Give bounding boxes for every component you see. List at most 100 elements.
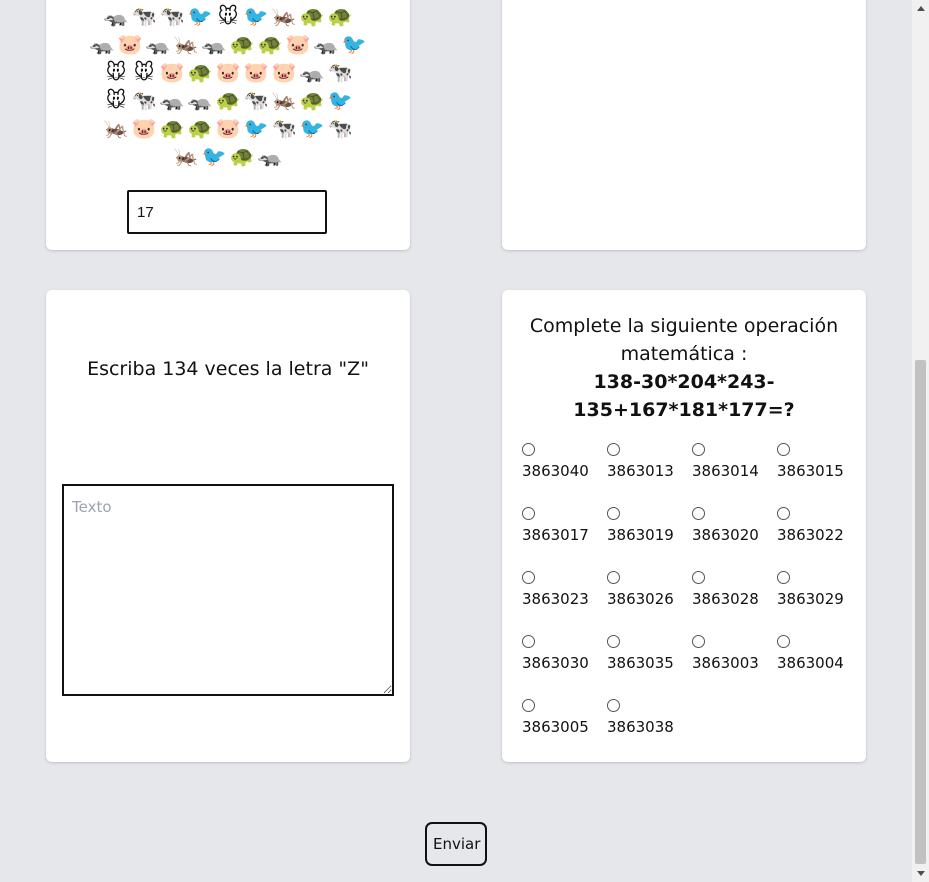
math-option[interactable]: 3863023 <box>522 571 607 608</box>
animal-emoji: 🦡 <box>201 32 227 56</box>
animal-emoji: 🐢 <box>229 32 255 56</box>
math-option[interactable]: 3863020 <box>692 507 777 544</box>
radio-button[interactable] <box>692 635 705 648</box>
math-option-label: 3863004 <box>777 654 844 672</box>
math-option-label: 3863013 <box>607 462 674 480</box>
radio-button[interactable] <box>522 507 535 520</box>
math-option[interactable]: 3863038 <box>607 699 692 736</box>
math-option-label: 3863022 <box>777 526 844 544</box>
math-option[interactable]: 3863019 <box>607 507 692 544</box>
animal-count-card: 🦡 🐄 🐄 🐦 🐭 🐦 🦗 🐢 🐢 🦡 🐷 🦡 🦗 🦡 🐢 🐢 🐷 🦡 🐦 🐭 🐭 🐷 🐢 🐷 🐷 🐷 🦡 🐄 🐭 🐄 🦡 🦡 🐢 🐄 🦗 🐢 🐦 🦗 🐷 🐢… <box>46 0 410 250</box>
math-option[interactable]: 3863004 <box>777 635 862 672</box>
submit-button[interactable]: Enviar <box>425 822 487 866</box>
animal-emoji: 🐷 <box>243 60 269 84</box>
math-option-label: 3863017 <box>522 526 589 544</box>
radio-button[interactable] <box>607 507 620 520</box>
animal-count-input[interactable] <box>127 190 327 234</box>
radio-button[interactable] <box>692 507 705 520</box>
math-option-label: 3863005 <box>522 718 589 736</box>
radio-button[interactable] <box>522 443 535 456</box>
math-option-label: 3863020 <box>692 526 759 544</box>
animal-emoji: 🐢 <box>187 116 213 140</box>
animal-emoji: 🐷 <box>117 32 143 56</box>
animal-emoji: 🐷 <box>215 116 241 140</box>
math-option[interactable]: 3863017 <box>522 507 607 544</box>
animal-emoji-grid: 🦡 🐄 🐄 🐦 🐭 🐦 🦗 🐢 🐢 🦡 🐷 🦡 🦗 🦡 🐢 🐢 🐷 🦡 🐦 🐭 🐭 🐷 🐢 🐷 🐷 🐷 🦡 🐄 🐭 🐄 🦡 🦡 🐢 🐄 🦗 🐢 🐦 🦗 🐷 🐢… <box>46 2 410 170</box>
animal-emoji: 🐄 <box>131 4 157 28</box>
animal-emoji: 🐦 <box>341 32 367 56</box>
radio-button[interactable] <box>692 443 705 456</box>
math-prompt: Complete la siguiente operación matemáti… <box>522 312 846 424</box>
math-option[interactable]: 3863026 <box>607 571 692 608</box>
math-option[interactable]: 3863003 <box>692 635 777 672</box>
animal-emoji: 🦡 <box>187 88 213 112</box>
radio-button[interactable] <box>777 443 790 456</box>
math-instruction: Complete la siguiente operación matemáti… <box>529 315 839 365</box>
radio-button[interactable] <box>777 635 790 648</box>
math-option-label: 3863014 <box>692 462 759 480</box>
animal-emoji: 🐢 <box>257 32 283 56</box>
radio-button[interactable] <box>522 635 535 648</box>
animal-emoji: 🐦 <box>201 144 227 168</box>
animal-emoji: 🦗 <box>173 32 199 56</box>
radio-button[interactable] <box>607 571 620 584</box>
animal-emoji: 🦡 <box>145 32 171 56</box>
radio-button[interactable] <box>607 699 620 712</box>
radio-button[interactable] <box>607 635 620 648</box>
animal-emoji: 🐦 <box>299 116 325 140</box>
scroll-up-icon[interactable] <box>917 6 925 11</box>
math-option[interactable]: 3863015 <box>777 443 862 480</box>
animal-emoji: 🦡 <box>89 32 115 56</box>
animal-emoji: 🐷 <box>131 116 157 140</box>
math-option-label: 3863029 <box>777 590 844 608</box>
math-option[interactable]: 3863035 <box>607 635 692 672</box>
emoji-row: 🐭 🐄 🦡 🦡 🐢 🐄 🦗 🐢 🐦 <box>46 86 410 114</box>
animal-emoji: 🐢 <box>299 88 325 112</box>
radio-button[interactable] <box>692 571 705 584</box>
math-option-label: 3863030 <box>522 654 589 672</box>
animal-emoji: 🐷 <box>159 60 185 84</box>
math-option[interactable]: 3863005 <box>522 699 607 736</box>
math-option[interactable]: 3863040 <box>522 443 607 480</box>
radio-button[interactable] <box>777 507 790 520</box>
math-option[interactable]: 3863028 <box>692 571 777 608</box>
emoji-row: 🦗 🐷 🐢 🐢 🐷 🐦 🐄 🐦 🐄 <box>46 114 410 142</box>
animal-emoji: 🐦 <box>243 4 269 28</box>
math-option[interactable]: 3863030 <box>522 635 607 672</box>
animal-emoji: 🐷 <box>285 32 311 56</box>
animal-emoji: 🐦 <box>187 4 213 28</box>
animal-emoji: 🐦 <box>327 88 353 112</box>
math-option[interactable]: 3863014 <box>692 443 777 480</box>
math-card: Complete la siguiente operación matemáti… <box>502 290 866 762</box>
animal-emoji: 🐭 <box>105 60 127 84</box>
animal-emoji: 🐢 <box>159 116 185 140</box>
scroll-down-icon[interactable] <box>917 871 925 876</box>
animal-emoji: 🦡 <box>159 88 185 112</box>
animal-emoji: 🐢 <box>299 4 325 28</box>
math-option-label: 3863026 <box>607 590 674 608</box>
math-option[interactable]: 3863013 <box>607 443 692 480</box>
animal-emoji: 🐦 <box>243 116 269 140</box>
math-option-label: 3863028 <box>692 590 759 608</box>
letter-prompt: Escriba 134 veces la letra "Z" <box>87 358 369 380</box>
radio-button[interactable] <box>607 443 620 456</box>
math-operation: 138-30*204*243-135+167*181*177=? <box>573 371 795 421</box>
letter-textarea[interactable] <box>62 484 394 696</box>
math-option-label: 3863040 <box>522 462 589 480</box>
animal-emoji: 🐄 <box>271 116 297 140</box>
animal-emoji: 🐭 <box>133 60 155 84</box>
page-scrollbar[interactable] <box>912 0 929 882</box>
animal-emoji: 🦡 <box>257 144 283 168</box>
math-option[interactable]: 3863022 <box>777 507 862 544</box>
radio-button[interactable] <box>522 699 535 712</box>
animal-emoji: 🐄 <box>159 4 185 28</box>
animal-emoji: 🐭 <box>217 4 239 28</box>
math-option-label: 3863003 <box>692 654 759 672</box>
math-option-label: 3863038 <box>607 718 674 736</box>
animal-emoji: 🦡 <box>103 4 129 28</box>
scrollbar-thumb[interactable] <box>915 360 926 864</box>
math-option[interactable]: 3863029 <box>777 571 862 608</box>
animal-emoji: 🦡 <box>313 32 339 56</box>
radio-button[interactable] <box>777 571 790 584</box>
radio-button[interactable] <box>522 571 535 584</box>
